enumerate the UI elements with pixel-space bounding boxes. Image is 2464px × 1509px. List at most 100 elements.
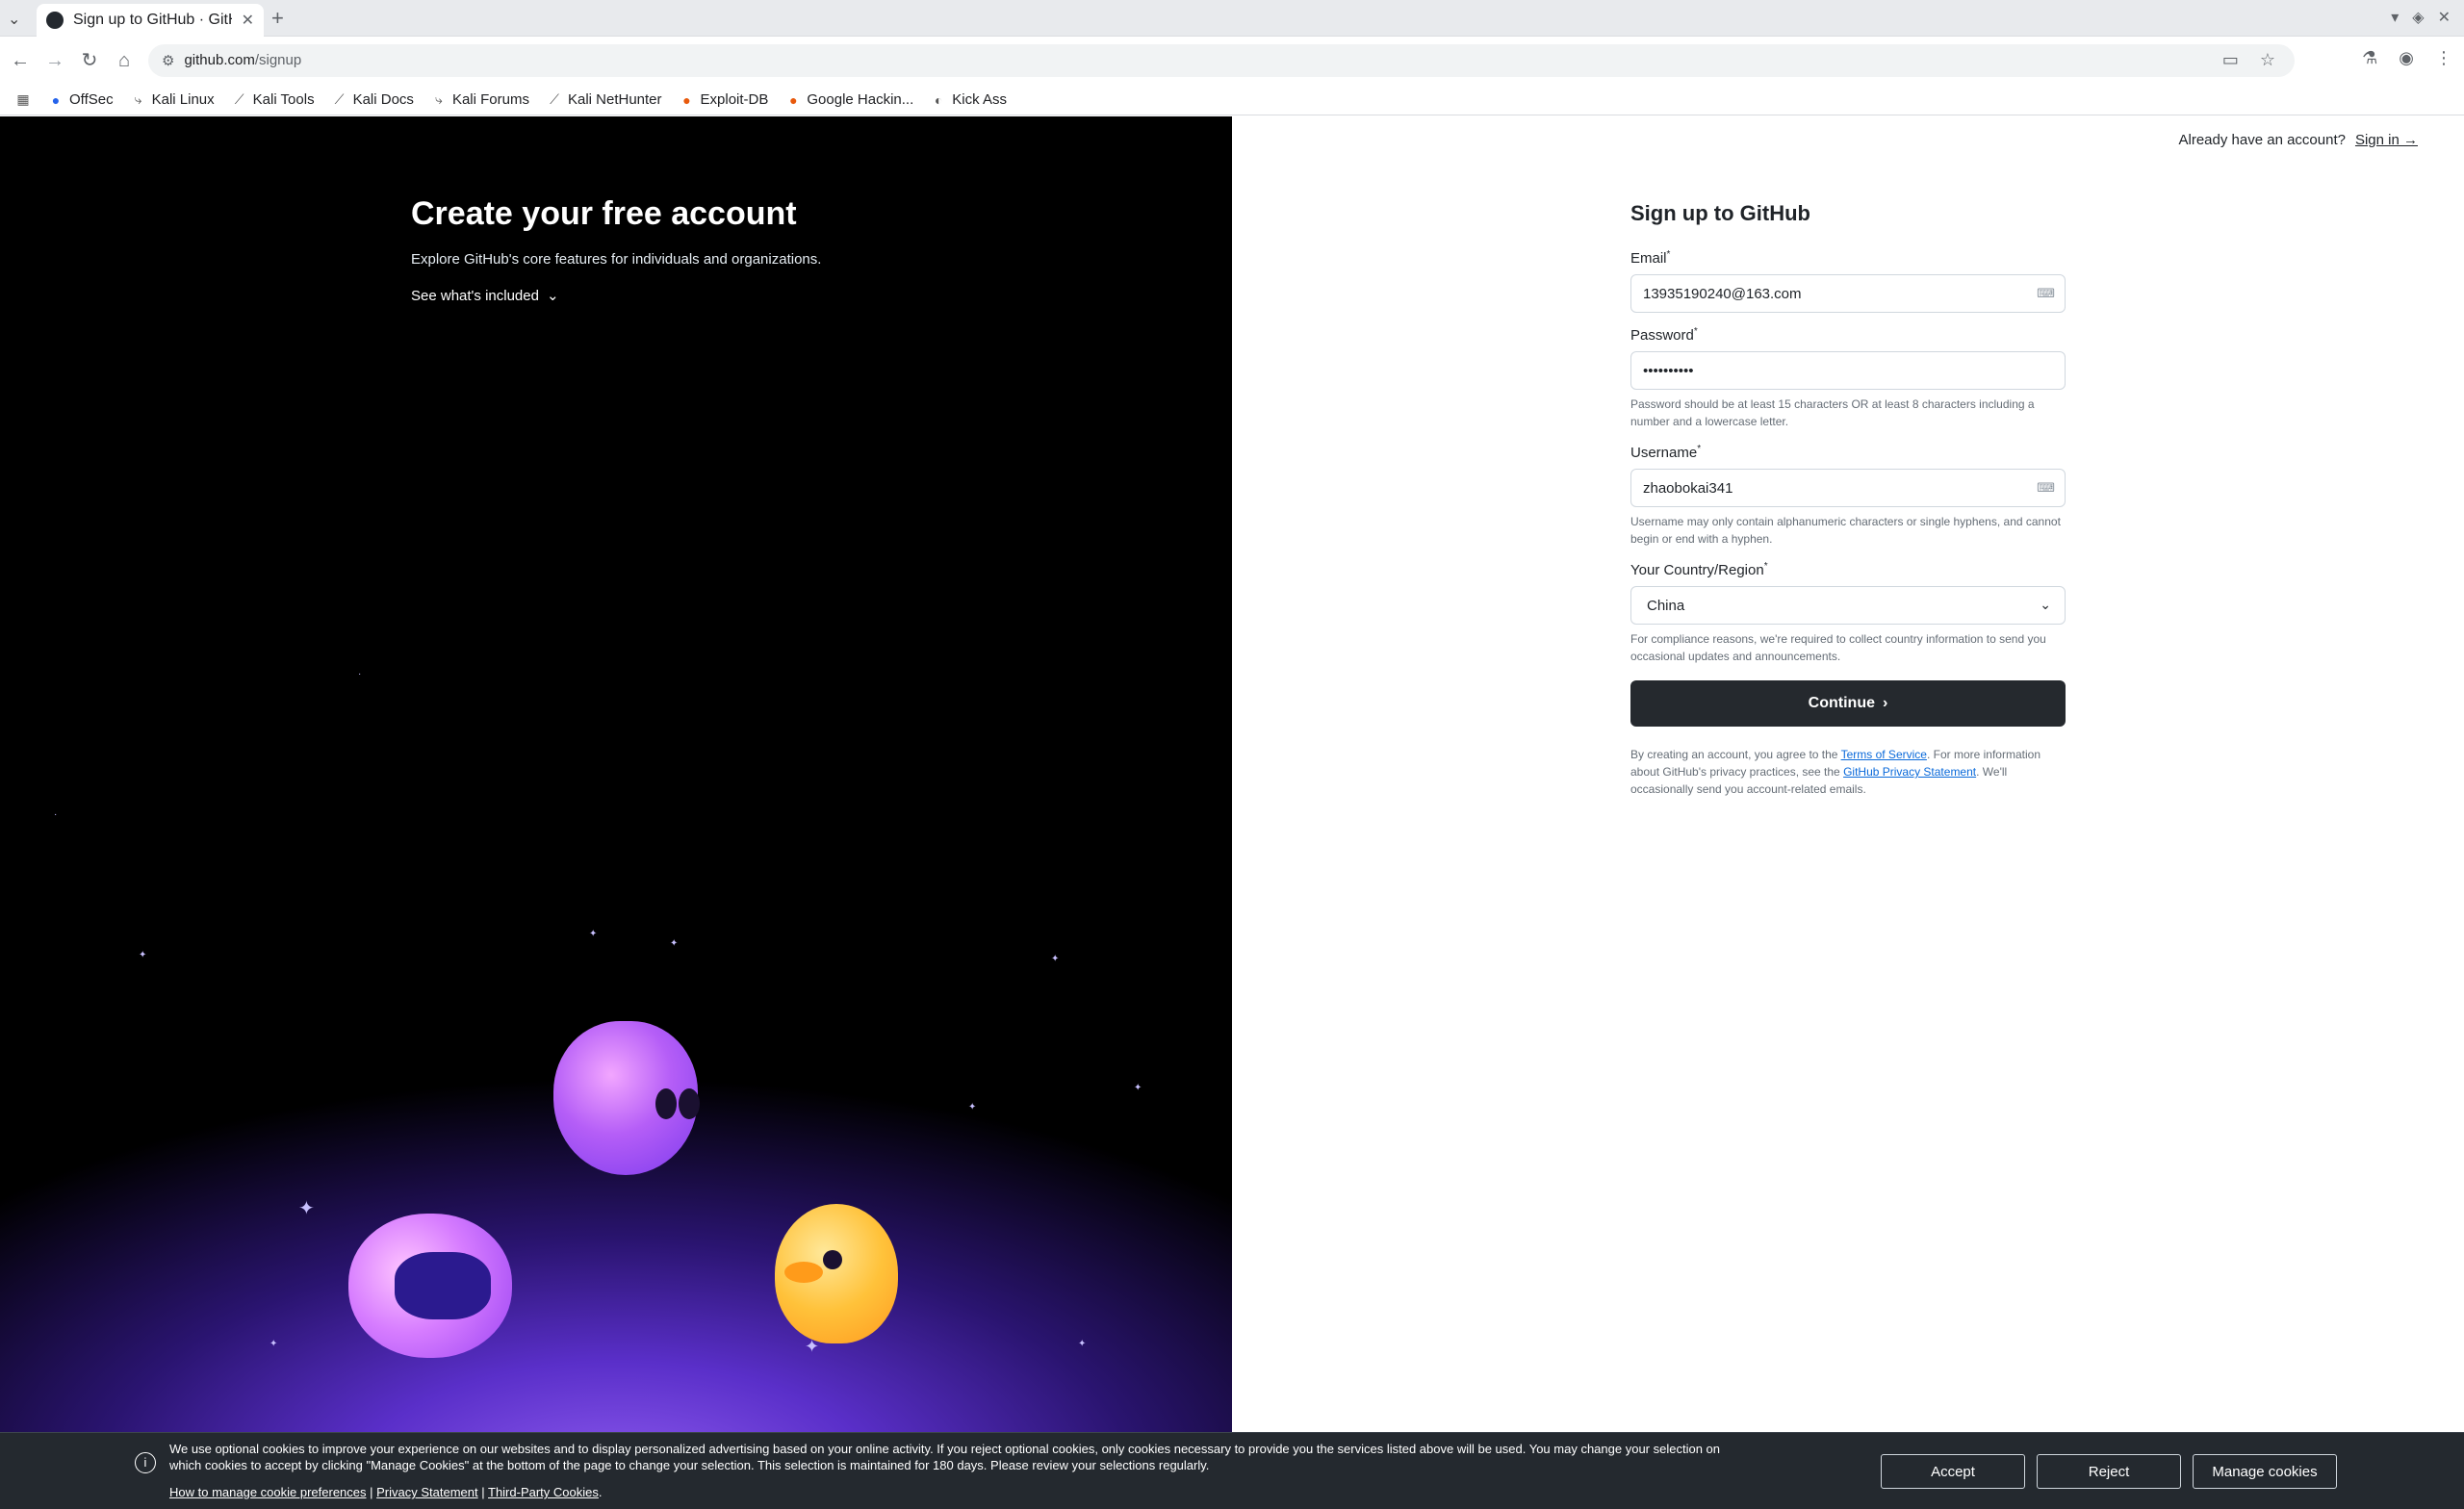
tab-search-icon[interactable]: ⌄ <box>8 10 27 29</box>
maximize-icon[interactable]: ◈ <box>2412 8 2424 27</box>
kali-dragon-icon: ⤷ <box>134 91 142 107</box>
bookmark-exploit-db[interactable]: ● Exploit-DB <box>680 91 768 108</box>
apps-grid-icon[interactable]: ▦ <box>15 91 31 108</box>
tab-github-signup[interactable]: Sign up to GitHub · GitHub ✕ <box>37 4 264 37</box>
bookmark-label: Kick Ass <box>952 91 1007 108</box>
mascot-eye <box>823 1250 842 1269</box>
bookmark-kali-nethunter[interactable]: ⟋ Kali NetHunter <box>547 91 661 108</box>
already-text: Already have an account? <box>2178 132 2346 148</box>
manage-cookies-button[interactable]: Manage cookies <box>2193 1454 2337 1489</box>
username-group: Username* zhaobokai341 ⌨ Username may on… <box>1630 444 2066 548</box>
tab-close-icon[interactable]: ✕ <box>242 11 254 30</box>
legal-prefix: By creating an account, you agree to the <box>1630 748 1841 761</box>
star-decoration: ✦ <box>968 1102 977 1113</box>
duck-beak <box>784 1262 823 1283</box>
email-label-text: Email <box>1630 250 1667 267</box>
password-label: Password* <box>1630 326 1698 344</box>
chevron-down-icon: ⌄ <box>2040 597 2051 612</box>
bookmark-label: Kali Docs <box>352 91 414 108</box>
menu-kebab-icon[interactable]: ⋮ <box>2435 48 2452 68</box>
email-group: Email* 13935190240@163.com ⌨ <box>1630 249 2066 313</box>
star-decoration: ✦ <box>1078 1339 1087 1349</box>
labs-flask-icon[interactable]: ⚗ <box>2362 48 2377 68</box>
see-included-toggle[interactable]: See what's included ⌄ <box>411 287 559 305</box>
home-icon[interactable]: ⌂ <box>112 48 137 73</box>
mascot-visor <box>395 1252 491 1319</box>
exploit-db-icon: ● <box>682 91 691 108</box>
minimize-icon[interactable]: ▾ <box>2391 8 2399 27</box>
forward-icon[interactable]: → <box>42 48 67 73</box>
reload-icon[interactable]: ↻ <box>77 48 102 73</box>
sign-in-link[interactable]: Sign in → <box>2355 132 2418 148</box>
kick-ass-icon: ◐ <box>935 91 943 108</box>
url-path: /signup <box>254 52 302 68</box>
bookmark-kali-linux[interactable]: ⤷ Kali Linux <box>131 91 215 108</box>
window-controls: ▾ ◈ ✕ <box>2391 8 2451 27</box>
manage-cookie-preferences-link[interactable]: How to manage cookie preferences <box>169 1485 367 1499</box>
terms-of-service-link[interactable]: Terms of Service <box>1841 748 1927 761</box>
bookmarks-bar: ▦ ● OffSec ⤷ Kali Linux ⟋ Kali Tools ⟋ Kali … <box>0 85 2464 115</box>
bookmark-kali-forums[interactable]: ⤷ Kali Forums <box>431 91 529 108</box>
star-decoration: ✦ <box>589 929 598 939</box>
tab-title: Sign up to GitHub · GitHub <box>73 12 232 28</box>
bookmark-label: Kali Forums <box>451 91 529 108</box>
star-decoration: ✦ <box>1051 954 1060 964</box>
hero-subline: Explore GitHub's core features for indiv… <box>411 251 822 268</box>
profile-icon[interactable]: ◉ <box>2399 48 2414 68</box>
bookmark-google-hacking[interactable]: ● Google Hackin... <box>785 91 913 108</box>
mona-mascot-image <box>553 1021 700 1175</box>
privacy-statement-link[interactable]: GitHub Privacy Statement <box>1843 765 1976 779</box>
email-value: 13935190240@163.com <box>1643 285 1802 302</box>
signup-pane: Already have an account? Sign in → Sign … <box>1232 116 2464 1432</box>
star-decoration: ✦ <box>139 950 147 960</box>
privacy-statement-link[interactable]: Privacy Statement <box>376 1485 478 1499</box>
offsec-icon: ● <box>51 91 61 108</box>
site-info-icon[interactable]: ⚙ <box>162 52 174 69</box>
continue-button[interactable]: Continue › <box>1630 680 2066 727</box>
duck-mascot-image <box>775 1204 898 1343</box>
country-hint: For compliance reasons, we're required t… <box>1630 632 2046 663</box>
autofill-icon[interactable]: ⌨ <box>2037 286 2055 301</box>
bookmark-offsec[interactable]: ● OffSec <box>48 91 114 108</box>
address-bar[interactable]: ⚙ github.com/signup ▭ ☆ <box>148 44 2295 77</box>
star-decoration: ✦ <box>670 938 679 949</box>
back-icon[interactable]: ← <box>8 48 33 73</box>
third-party-cookies-link[interactable]: Third-Party Cookies <box>488 1485 599 1499</box>
username-hint: Username may only contain alphanumeric c… <box>1630 515 2061 546</box>
accept-cookies-button[interactable]: Accept <box>1881 1454 2025 1489</box>
reject-cookies-button[interactable]: Reject <box>2037 1454 2181 1489</box>
country-label: Your Country/Region* <box>1630 561 1768 578</box>
mascot-eye <box>655 1088 677 1119</box>
continue-label: Continue <box>1808 695 1875 711</box>
country-select[interactable]: China ⌄ <box>1630 586 2066 625</box>
cookie-links: How to manage cookie preferences | Priva… <box>169 1485 603 1499</box>
kali-docs-icon: ⟋ <box>334 91 345 107</box>
info-icon: i <box>135 1452 156 1473</box>
country-label-text: Your Country/Region <box>1630 562 1764 578</box>
chevron-down-icon: ⌄ <box>546 288 559 304</box>
autofill-icon[interactable]: ⌨ <box>2037 480 2055 496</box>
hero-pane: Create your free account Explore GitHub'… <box>0 116 1232 1432</box>
chevron-right-icon: › <box>1883 695 1888 711</box>
bookmark-kali-tools[interactable]: ⟋ Kali Tools <box>232 91 315 108</box>
star-decoration: ✦ <box>1134 1083 1142 1093</box>
email-field[interactable]: 13935190240@163.com ⌨ <box>1630 274 2066 313</box>
copilot-mascot-image <box>348 1214 512 1358</box>
bookmark-kali-docs[interactable]: ⟋ Kali Docs <box>332 91 414 108</box>
bookmark-star-icon[interactable]: ☆ <box>2260 50 2275 70</box>
bookmark-label: Kali Linux <box>151 91 215 108</box>
cookie-message: We use optional cookies to improve your … <box>169 1442 1720 1472</box>
install-app-icon[interactable]: ▭ <box>2222 50 2239 70</box>
already-account: Already have an account? Sign in → <box>2179 132 2419 148</box>
see-included-label: See what's included <box>411 287 539 304</box>
signup-form: Sign up to GitHub Email* 13935190240@163… <box>1630 201 2066 798</box>
password-value: •••••••••• <box>1643 362 1694 379</box>
new-tab-icon[interactable]: + <box>271 6 284 31</box>
ghdb-icon: ● <box>789 91 798 108</box>
password-field[interactable]: •••••••••• <box>1630 351 2066 390</box>
star-decoration: · <box>358 669 362 679</box>
username-field[interactable]: zhaobokai341 ⌨ <box>1630 469 2066 507</box>
bookmark-kick-ass[interactable]: ◐ Kick Ass <box>931 91 1007 108</box>
country-value: China <box>1647 597 1685 614</box>
close-window-icon[interactable]: ✕ <box>2438 8 2451 27</box>
